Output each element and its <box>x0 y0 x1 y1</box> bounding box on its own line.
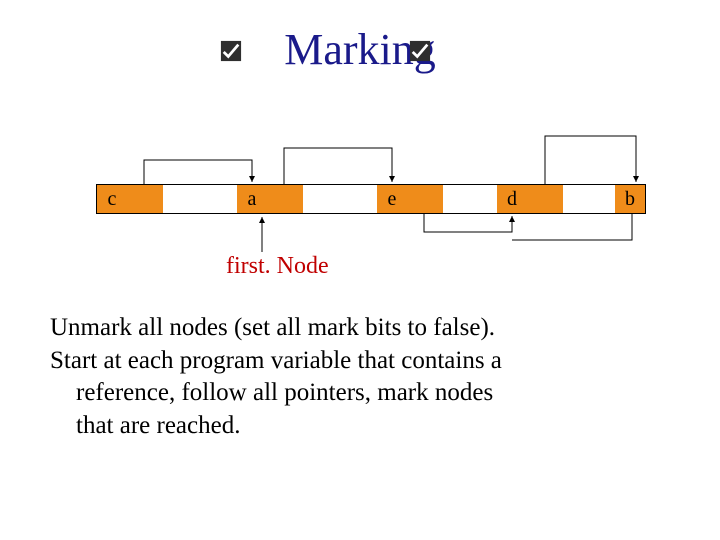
cell-a-ptr <box>267 184 303 214</box>
body-line: Unmark all nodes (set all mark bits to f… <box>50 313 670 344</box>
gap <box>443 184 497 214</box>
body-line: that are reached. <box>50 411 670 442</box>
cell-c-ptr <box>127 184 163 214</box>
cell-c: c <box>97 184 127 214</box>
slide-title: Marking <box>0 24 720 75</box>
gap <box>163 184 237 214</box>
check-icon <box>409 40 431 62</box>
body-line: reference, follow all pointers, mark nod… <box>50 378 670 409</box>
cell-a: a <box>237 184 267 214</box>
cell-d-ptr <box>527 184 563 214</box>
gap <box>563 184 615 214</box>
gap <box>303 184 377 214</box>
check-icon <box>220 40 242 62</box>
pointer-arrows <box>0 0 720 540</box>
cell-e-ptr <box>407 184 443 214</box>
body-line: Start at each program variable that cont… <box>50 346 670 377</box>
body-text: Unmark all nodes (set all mark bits to f… <box>50 313 670 443</box>
firstnode-label: first. Node <box>226 253 329 280</box>
memory-row: c a e d b <box>96 184 646 214</box>
cell-b: b <box>615 184 645 214</box>
cell-e: e <box>377 184 407 214</box>
cell-d: d <box>497 184 527 214</box>
slide: Marking c a e d b <box>0 0 720 540</box>
